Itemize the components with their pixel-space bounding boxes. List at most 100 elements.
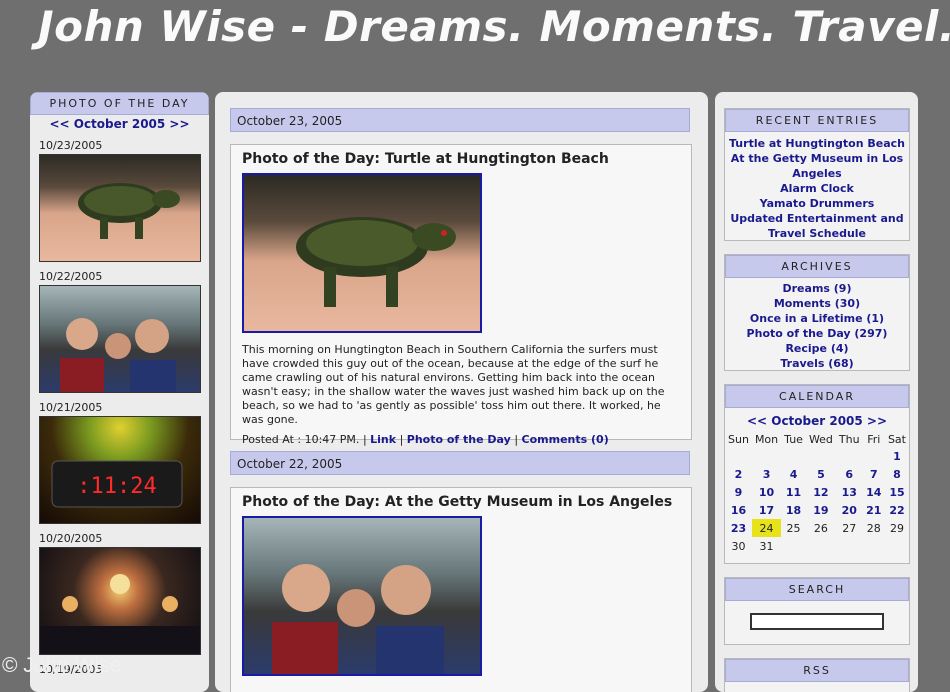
calendar-day: [806, 447, 836, 465]
calendar-weekday: Wed: [808, 433, 833, 446]
calendar-day: [781, 447, 806, 465]
search-heading: SEARCH: [725, 578, 909, 601]
drummers-thumbnail[interactable]: [39, 547, 201, 655]
calendar-day-link[interactable]: 12: [806, 483, 836, 501]
archive-link[interactable]: Photo of the Day (297): [725, 326, 909, 341]
recent-entry-link[interactable]: Yamato Drummers: [725, 196, 909, 211]
calendar-day-link[interactable]: 21: [863, 501, 885, 519]
calendar-box: CALENDAR << October 2005 >> Sun Mon Tue Wed…: [724, 384, 910, 564]
rss-box: RSS: [724, 658, 910, 692]
copyright-watermark: © John Wise: [2, 654, 122, 677]
blog-post: Photo of the Day: Turtle at Hungtington …: [230, 144, 692, 446]
post-permalink[interactable]: Link: [370, 433, 396, 446]
calendar-month-nav[interactable]: << October 2005 >>: [725, 414, 909, 428]
calendar-day: 30: [731, 539, 746, 553]
archive-link[interactable]: Dreams (9): [725, 281, 909, 296]
right-sidebar: RECENT ENTRIES Turtle at Hungtington Bea…: [715, 92, 918, 692]
photo-month-nav[interactable]: << October 2005 >>: [30, 117, 209, 131]
post-comments-link[interactable]: Comments (0): [522, 433, 609, 446]
recent-entries-box: RECENT ENTRIES Turtle at Hungtington Bea…: [724, 108, 910, 241]
main-content: October 23, 2005 Photo of the Day: Turtl…: [215, 92, 708, 692]
calendar-day-link[interactable]: 5: [806, 465, 836, 483]
photo-date: 10/22/2005: [39, 270, 103, 283]
search-box: SEARCH: [724, 577, 910, 645]
post-meta: Posted At : 10:47 PM. | Link | Photo of …: [242, 433, 609, 446]
calendar-day-today: 24: [751, 519, 782, 537]
calendar-day-link[interactable]: 20: [836, 501, 863, 519]
calendar-day-link[interactable]: 15: [885, 483, 909, 501]
turtle-thumbnail[interactable]: [39, 154, 201, 262]
archive-link[interactable]: Moments (30): [725, 296, 909, 311]
recent-entry-link[interactable]: Updated Entertainment and Travel Schedul…: [725, 211, 909, 241]
calendar-day: 28: [866, 521, 881, 535]
calendar-day-link[interactable]: 13: [836, 483, 863, 501]
alarm-clock-thumbnail[interactable]: :11:24: [39, 416, 201, 524]
calendar-day-link[interactable]: 19: [806, 501, 836, 519]
calendar-day-link[interactable]: 22: [885, 501, 909, 519]
recent-entry-link[interactable]: At the Getty Museum in Los Angeles: [725, 151, 909, 181]
calendar-day: [885, 537, 909, 555]
recent-entry-link[interactable]: Turtle at Hungtington Beach: [725, 136, 909, 151]
calendar-weekday: Mon: [754, 433, 779, 446]
photo-date: 10/23/2005: [39, 139, 103, 152]
calendar-day-link[interactable]: 18: [781, 501, 806, 519]
getty-museum-photo[interactable]: [242, 516, 482, 676]
search-input[interactable]: [750, 613, 884, 630]
recent-entry-link[interactable]: Alarm Clock: [725, 181, 909, 196]
calendar-day: [863, 537, 885, 555]
turtle-photo[interactable]: [242, 173, 482, 333]
archive-link[interactable]: Travels (68): [725, 356, 909, 371]
calendar-day: 29: [889, 521, 904, 535]
photo-of-the-day-sidebar: PHOTO OF THE DAY << October 2005 >> 10/2…: [30, 92, 209, 692]
people-thumbnail[interactable]: [39, 285, 201, 393]
site-title[interactable]: John Wise - Dreams. Moments. Travel.: [38, 2, 950, 51]
calendar-day-link[interactable]: 9: [725, 483, 752, 501]
photo-date: 10/21/2005: [39, 401, 103, 414]
calendar-weekday: Tue: [784, 433, 803, 446]
archive-link[interactable]: Once in a Lifetime (1): [725, 311, 909, 326]
calendar-day: [836, 447, 863, 465]
calendar-grid: Sun Mon Tue Wed Thu Fri Sat 1 2 3 4 5 6 7 8 9 10 11 12 13 1…: [725, 432, 909, 555]
calendar-day: [725, 447, 752, 465]
archives-heading: ARCHIVES: [725, 255, 909, 278]
calendar-day-link[interactable]: 23: [725, 519, 752, 537]
calendar-day-link[interactable]: 4: [781, 465, 806, 483]
post-date-header: October 23, 2005: [230, 108, 690, 132]
archive-link[interactable]: Recipe (4): [725, 341, 909, 356]
calendar-day-link[interactable]: 6: [836, 465, 863, 483]
svg-text::11:24: :11:24: [77, 474, 156, 499]
calendar-day-link[interactable]: 16: [725, 501, 752, 519]
post-category-link[interactable]: Photo of the Day: [407, 433, 511, 446]
calendar-day-link[interactable]: 8: [885, 465, 909, 483]
calendar-day-link[interactable]: 2: [725, 465, 752, 483]
recent-entries-heading: RECENT ENTRIES: [725, 109, 909, 132]
calendar-weekday: Sun: [728, 433, 749, 446]
calendar-day: [781, 537, 806, 555]
calendar-day: 31: [759, 539, 774, 553]
post-title[interactable]: Photo of the Day: Turtle at Hungtington …: [242, 151, 691, 167]
calendar-day: [806, 537, 836, 555]
calendar-day-link[interactable]: 7: [863, 465, 885, 483]
calendar-day-link[interactable]: 17: [752, 501, 781, 519]
post-date-header: October 22, 2005: [230, 451, 690, 475]
calendar-day-link[interactable]: 11: [781, 483, 806, 501]
calendar-day: [836, 537, 863, 555]
calendar-day: [752, 447, 781, 465]
post-title[interactable]: Photo of the Day: At the Getty Museum in…: [242, 494, 691, 510]
calendar-day-link[interactable]: 3: [752, 465, 781, 483]
calendar-day: [863, 447, 885, 465]
calendar-day-link[interactable]: 1: [885, 447, 909, 465]
blog-post: Photo of the Day: At the Getty Museum in…: [230, 487, 692, 692]
photo-date: 10/20/2005: [39, 532, 103, 545]
calendar-day-link[interactable]: 14: [863, 483, 885, 501]
calendar-weekday: Thu: [838, 433, 860, 446]
rss-heading[interactable]: RSS: [725, 659, 909, 682]
posted-at: Posted At : 10:47 PM.: [242, 433, 360, 446]
calendar-weekday: Fri: [867, 433, 881, 446]
calendar-day: 25: [786, 521, 801, 535]
photo-of-the-day-heading: PHOTO OF THE DAY: [30, 92, 209, 115]
calendar-day: 26: [813, 521, 828, 535]
calendar-day: 27: [842, 521, 857, 535]
calendar-heading: CALENDAR: [725, 385, 909, 408]
calendar-day-link[interactable]: 10: [752, 483, 781, 501]
